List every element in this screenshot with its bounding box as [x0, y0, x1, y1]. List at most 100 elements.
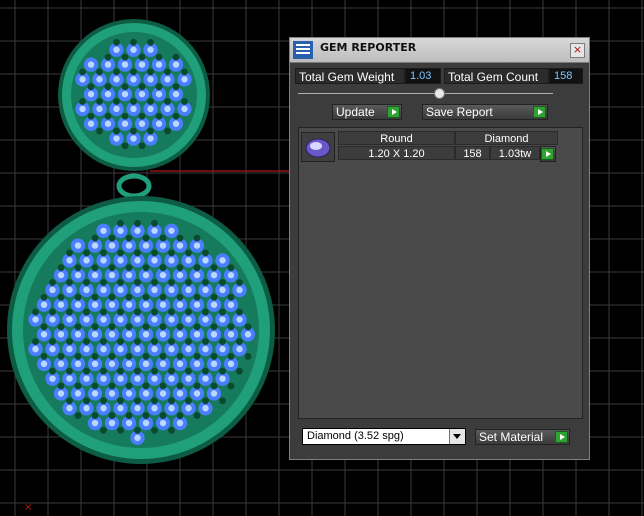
gem-highlight: [142, 360, 150, 368]
row-select-button[interactable]: [540, 146, 556, 162]
dialog-titlebar[interactable]: GEM REPORTER ×: [290, 38, 589, 63]
gem-highlight: [134, 227, 141, 235]
material-select[interactable]: Diamond (3.52 spg): [302, 428, 466, 445]
gem-highlight: [219, 286, 226, 294]
gem-highlight: [100, 405, 107, 412]
prong-bead: [159, 353, 167, 360]
table-cell-weight[interactable]: 1.03tw: [490, 146, 540, 160]
gem-highlight: [83, 405, 90, 412]
prong-bead: [32, 308, 39, 316]
gem-highlight: [142, 390, 150, 397]
gem-highlight: [210, 390, 218, 397]
prong-bead: [142, 234, 150, 242]
column-header-shape[interactable]: Round: [338, 131, 455, 145]
prong-bead: [155, 83, 163, 91]
prong-bead: [100, 338, 107, 346]
prong-bead: [185, 279, 192, 286]
table-cell-size[interactable]: 1.20 X 1.20: [338, 146, 455, 160]
prong-bead: [155, 112, 163, 120]
set-material-button[interactable]: Set Material: [475, 429, 570, 445]
play-icon: [555, 431, 568, 443]
prong-bead: [134, 426, 141, 434]
prong-bead: [100, 426, 107, 434]
chevron-down-icon[interactable]: [449, 429, 465, 444]
gem-highlight: [100, 257, 107, 264]
save-report-button[interactable]: Save Report: [422, 104, 548, 120]
gem-highlight: [134, 375, 141, 382]
gem-highlight: [108, 271, 116, 279]
gem-highlight: [125, 301, 133, 308]
gem-highlight: [176, 331, 184, 338]
prong-bead: [125, 234, 133, 242]
gem-highlight: [108, 242, 116, 249]
splitter-handle[interactable]: [434, 88, 445, 99]
prong-bead: [219, 279, 226, 286]
prong-bead: [151, 426, 158, 434]
prong-bead: [168, 308, 175, 316]
gem-highlight: [66, 345, 73, 353]
gem-highlight: [159, 301, 167, 308]
gem-highlight: [100, 345, 107, 353]
prong-bead: [66, 249, 73, 257]
gem-highlight: [151, 405, 158, 412]
prong-bead: [134, 219, 141, 227]
gem-highlight: [155, 90, 163, 98]
prong-bead: [125, 293, 133, 301]
prong-bead: [202, 249, 209, 257]
prong-bead: [193, 293, 201, 301]
gem-highlight: [193, 360, 201, 368]
gem-highlight: [108, 360, 116, 368]
gem-highlight: [113, 46, 120, 54]
gem-highlight: [104, 61, 112, 68]
prong-bead: [193, 382, 201, 390]
gem-highlight: [210, 331, 218, 338]
gem-highlight: [236, 286, 243, 294]
gem-highlight: [117, 375, 124, 382]
prong-bead: [142, 293, 150, 301]
total-gem-count-label: Total Gem Count: [444, 68, 549, 84]
gem-highlight: [168, 375, 175, 382]
gem-highlight: [66, 286, 73, 294]
prong-bead: [138, 53, 146, 61]
gem-highlight: [193, 242, 201, 249]
gem-highlight: [40, 360, 48, 368]
prong-bead: [108, 353, 116, 360]
gem-highlight: [66, 405, 73, 412]
prong-bead: [108, 382, 116, 390]
prong-bead: [244, 323, 252, 331]
gem-highlight: [108, 331, 116, 338]
prong-bead: [227, 353, 235, 360]
gem-highlight: [74, 360, 82, 368]
prong-bead: [125, 382, 133, 390]
gem-highlight: [147, 76, 154, 83]
gem-highlight: [57, 301, 65, 308]
gem-highlight: [202, 257, 209, 264]
table-cell-count[interactable]: 158: [455, 146, 490, 160]
update-button[interactable]: Update: [332, 104, 402, 120]
gem-highlight: [176, 242, 184, 249]
gem-highlight: [168, 286, 175, 294]
gem-highlight: [147, 135, 154, 142]
prong-bead: [87, 112, 95, 120]
gem-list[interactable]: [298, 127, 583, 419]
gem-highlight: [155, 120, 163, 127]
prong-bead: [49, 338, 56, 346]
column-header-material[interactable]: Diamond: [455, 131, 558, 145]
origin-marker: ×: [24, 502, 32, 513]
prong-bead: [219, 308, 226, 316]
prong-bead: [40, 353, 48, 360]
prong-bead: [147, 38, 154, 46]
prong-bead: [83, 367, 90, 375]
gem-highlight: [87, 90, 95, 98]
gem-highlight: [125, 271, 133, 279]
gem-highlight: [113, 135, 120, 142]
gem-highlight: [104, 90, 112, 98]
gem-highlight: [96, 76, 103, 83]
gem-highlight: [108, 301, 116, 308]
gem-highlight: [117, 316, 124, 323]
prong-bead: [185, 338, 192, 346]
close-icon[interactable]: ×: [570, 43, 585, 58]
prong-bead: [91, 382, 99, 390]
prong-bead: [176, 382, 184, 390]
prong-bead: [193, 353, 201, 360]
